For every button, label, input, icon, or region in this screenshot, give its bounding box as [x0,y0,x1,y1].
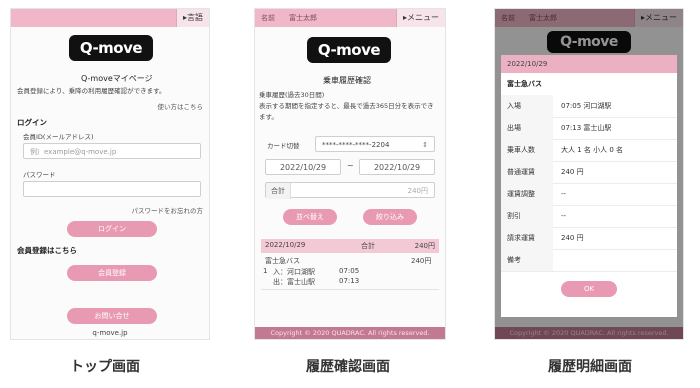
contact-button[interactable]: お問い合せ [67,308,157,324]
intro-line-1: 乗車履歴(過去30日間) [259,91,325,99]
detail-row: 出場 07:13 富士山駅 [501,117,677,140]
result-date: 2022/10/29 [265,241,306,249]
card-switch-label: カード切替 [267,142,300,150]
detail-row-value: 240 円 [561,234,584,242]
detail-screen: 名前 富士太郎 ▸メニュー Q-move Copyright © 2020 QU… [494,8,684,340]
footer: Copyright © 2020 QUADRAC. All rights res… [255,327,445,339]
detail-row-label: 割引 [501,205,553,227]
sort-button[interactable]: 並べ替え [283,209,337,225]
footer: q-move.jp [11,327,209,339]
q-move-logo: Q-move [69,35,153,61]
result-header: 2022/10/29 合計 240円 [261,239,439,253]
top-screen: ▸言語 Q-move Q-moveマイページ 会員登録により、乗降の利用履歴確認… [10,8,210,340]
total-field: 合計 240円 [265,182,435,199]
detail-row-value: 大人 1 名 小人 0 名 [561,146,624,154]
top-header-bar: ▸言語 [11,9,209,27]
modal-date: 2022/10/29 [507,60,548,68]
member-id-input[interactable]: 例）example@q-move.jp [23,143,201,159]
detail-row: 運賃調整 -- [501,183,677,206]
detail-row-value: 07:05 河口湖駅 [561,102,612,110]
detail-row-label: 出場 [501,117,553,139]
modal-header: 2022/10/29 [501,55,677,73]
result-entry[interactable]: 富士急バス 240円 1 入：河口湖駅 07:05 出：富士山駅 07:13 [261,253,439,290]
result-total-label: 合計 [361,242,375,250]
detail-row-label: 入場 [501,95,553,117]
signup-button[interactable]: 会員登録 [67,265,157,281]
caption-detail: 履歴明細画面 [548,359,632,375]
detail-row-value: -- [561,212,567,220]
select-arrow-icon: ⇕ [422,141,428,149]
result-out-time: 07:13 [339,277,360,285]
result-out-station: 出：富士山駅 [273,278,315,286]
modal-company: 富士急バス [507,80,542,88]
detail-row-label: 備考 [501,249,553,271]
detail-row: 乗車人数 大人 1 名 小人 0 名 [501,139,677,162]
date-from-input[interactable]: 2022/10/29 [265,159,341,175]
detail-row: 請求運賃 240 円 [501,227,677,250]
signup-heading: 会員登録はこちら [17,246,77,255]
result-amount: 240円 [411,257,432,265]
forgot-password-link[interactable]: パスワードをお忘れの方 [132,205,204,215]
login-button[interactable]: ログイン [67,221,157,237]
member-id-label: 会員ID(メールアドレス) [23,133,94,141]
result-in-time: 07:05 [339,267,360,275]
detail-row-value: -- [561,190,567,198]
intro-line-3: ます。 [259,113,278,121]
card-select-value: ****-****-****-2204 [322,141,390,149]
login-heading: ログイン [17,118,47,127]
detail-modal: 2022/10/29 富士急バス 入場 07:05 河口湖駅 出場 07:13 富士山… [501,55,677,317]
detail-row-label: 乗車人数 [501,139,553,161]
ok-button[interactable]: OK [561,281,617,297]
caption-history: 履歴確認画面 [306,359,390,375]
total-value: 240円 [407,187,428,195]
caption-top: トップ画面 [70,359,140,375]
intro-line-2: 表示する期間を指定すると、最長で過去365日分を表示でき [259,102,434,110]
detail-row: 普通運賃 240 円 [501,161,677,184]
history-screen: 名前 富士太郎 ▸メニュー Q-move 乗車履歴確認 乗車履歴(過去30日間)… [254,8,446,340]
detail-row-value: 240 円 [561,168,584,176]
q-move-logo: Q-move [307,37,391,63]
detail-row: 備考 [501,249,677,272]
result-company: 富士急バス [265,257,300,265]
menu-button[interactable]: ▸メニュー [395,9,445,27]
detail-row: 入場 07:05 河口湖駅 [501,95,677,118]
detail-row-value: 07:13 富士山駅 [561,124,612,132]
language-button[interactable]: ▸言語 [175,9,209,27]
result-index: 1 [263,267,268,275]
result-in-station: 入：河口湖駅 [273,268,315,276]
page-title: 乗車履歴確認 [323,76,371,85]
detail-row: 割引 -- [501,205,677,228]
howto-link[interactable]: 使い方はこちら [158,101,204,111]
result-total-value: 240円 [414,242,435,250]
page-title: Q-moveマイページ [81,74,153,83]
history-header-bar: 名前 富士太郎 ▸メニュー [255,9,445,27]
filter-button[interactable]: 絞り込み [363,209,417,225]
card-select[interactable]: ****-****-****-2204 ⇕ [315,136,435,152]
total-label: 合計 [266,183,291,199]
detail-row-label: 普通運賃 [501,161,553,183]
date-to-input[interactable]: 2022/10/29 [359,159,435,175]
user-name-label: 名前 富士太郎 [261,14,317,22]
password-input[interactable] [23,181,201,197]
date-range-separator: ~ [347,161,354,170]
intro-text: 会員登録により、乗降の利用履歴確認ができます。 [17,87,166,95]
detail-row-label: 運賃調整 [501,183,553,205]
password-label: パスワード [23,171,56,179]
detail-row-label: 請求運賃 [501,227,553,249]
